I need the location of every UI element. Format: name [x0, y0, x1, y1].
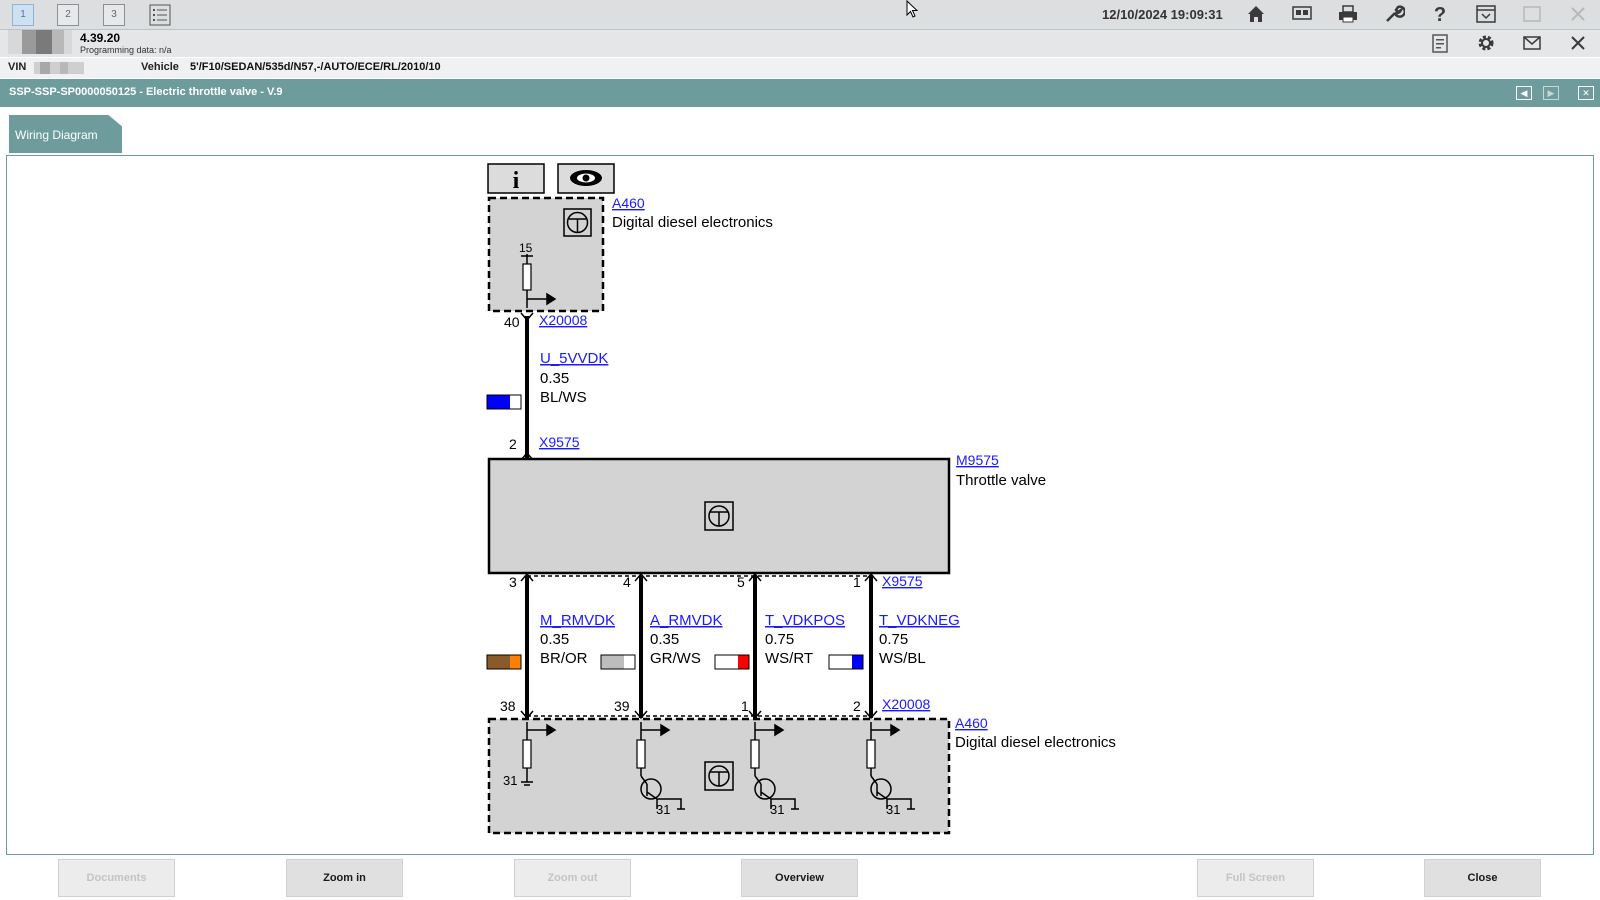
- valve-name: Throttle valve: [956, 472, 1046, 489]
- list-icon[interactable]: [147, 2, 173, 28]
- valve-pin-1: 1: [853, 574, 861, 590]
- ecu-pin-39: 39: [614, 698, 630, 714]
- svg-text:i: i: [513, 168, 520, 194]
- gauge-t-vdkneg: 0.75: [879, 631, 908, 648]
- signal-t-vdkneg[interactable]: T_VDKNEG: [879, 612, 960, 629]
- compare-icon[interactable]: [1289, 1, 1315, 27]
- ground-label-4: 31: [886, 802, 900, 817]
- swatch-ws-rt: [714, 654, 750, 670]
- component-name-top: Digital diesel electronics: [612, 214, 773, 231]
- link-x20008-bottom[interactable]: X20008: [882, 696, 930, 712]
- pin-15-label: 15: [519, 241, 533, 255]
- vin-redacted: [34, 61, 84, 74]
- valve-pin-4: 4: [623, 574, 631, 590]
- full-screen-button[interactable]: Full Screen: [1197, 859, 1314, 897]
- ecu-pin-1: 1: [741, 698, 749, 714]
- wire-gauge: 0.35: [540, 370, 569, 387]
- ecu-pin-2: 2: [853, 698, 861, 714]
- window-tab-1[interactable]: 1: [12, 4, 34, 26]
- document-title: SSP-SSP-SP0000050125 - Electric throttle…: [9, 86, 283, 98]
- help-icon[interactable]: ?: [1427, 1, 1453, 27]
- diagram-panel: i 15 A460 Digital diesel electronics 40 …: [6, 155, 1594, 855]
- vin-label: VIN: [8, 61, 27, 73]
- gear-icon[interactable]: [1473, 30, 1499, 56]
- documents-button[interactable]: Documents: [58, 859, 175, 897]
- close-button[interactable]: Close: [1424, 859, 1541, 897]
- tab-wiring-diagram[interactable]: Wiring Diagram: [9, 115, 122, 153]
- overview-button[interactable]: Overview: [741, 859, 858, 897]
- color-m-rmvdk: BR/OR: [540, 650, 588, 667]
- wire-a-rmvdk: [634, 572, 648, 720]
- pin-40-label: 40: [504, 314, 520, 330]
- component-name-bottom: Digital diesel electronics: [955, 734, 1116, 751]
- window-tab-3[interactable]: 3: [103, 4, 125, 26]
- valve-pin-5: 5: [737, 574, 745, 590]
- programming-data: Programming data: n/a: [80, 45, 172, 55]
- datetime-display: 12/10/2024 19:09:31: [1102, 7, 1223, 22]
- gauge-a-rmvdk: 0.35: [650, 631, 679, 648]
- print-icon[interactable]: [1335, 1, 1361, 27]
- signal-a-rmvdk[interactable]: A_RMVDK: [650, 612, 723, 629]
- previous-icon[interactable]: ◀: [1516, 86, 1532, 100]
- ecu-pin-38: 38: [500, 698, 516, 714]
- wrench-icon[interactable]: [1381, 1, 1407, 27]
- restore-icon[interactable]: [1519, 1, 1545, 27]
- close-icon[interactable]: [1565, 1, 1591, 27]
- link-a460-bottom[interactable]: A460: [955, 715, 988, 731]
- vehicle-value: 5'/F10/SEDAN/535d/N57,-/AUTO/ECE/RL/2010…: [190, 61, 441, 73]
- vehicle-thumbnail: [8, 30, 72, 54]
- wire-t-vdkpos: [748, 572, 762, 720]
- swatch-gr-ws: [600, 654, 636, 670]
- wire-m-rmvdk: [520, 572, 534, 720]
- link-a460-top[interactable]: A460: [612, 195, 645, 211]
- mail-icon[interactable]: [1519, 30, 1545, 56]
- gauge-t-vdkpos: 0.75: [765, 631, 794, 648]
- home-icon[interactable]: [1243, 1, 1269, 27]
- link-x9575-bottom[interactable]: X9575: [882, 573, 923, 589]
- vehicle-label: Vehicle: [141, 61, 179, 73]
- gauge-m-rmvdk: 0.35: [540, 631, 569, 648]
- valve-pin-3: 3: [509, 574, 517, 590]
- ground-label-3: 31: [770, 802, 784, 817]
- color-t-vdkpos: WS/RT: [765, 650, 813, 667]
- ecu-top-box: [487, 196, 605, 313]
- wire-t-vdkneg: [864, 572, 878, 720]
- color-a-rmvdk: GR/WS: [650, 650, 701, 667]
- window-tab-2[interactable]: 2: [57, 4, 79, 26]
- link-x20008-top[interactable]: X20008: [539, 312, 587, 328]
- ground-label-2: 31: [656, 802, 670, 817]
- document-icon[interactable]: [1427, 30, 1453, 56]
- mouse-cursor-icon: [906, 0, 920, 25]
- next-icon[interactable]: ▶: [1543, 86, 1559, 100]
- zoom-out-button[interactable]: Zoom out: [514, 859, 631, 897]
- signal-m-rmvdk[interactable]: M_RMVDK: [540, 612, 615, 629]
- swatch-ws-bl: [828, 654, 864, 670]
- signal-t-vdkpos[interactable]: T_VDKPOS: [765, 612, 845, 629]
- session-bar: [0, 30, 1600, 57]
- link-x9575-top[interactable]: X9575: [539, 434, 580, 450]
- minimize-icon[interactable]: [1473, 1, 1499, 27]
- wire-color-code: BL/WS: [540, 389, 587, 406]
- pin-2-label: 2: [509, 436, 517, 452]
- close-document-icon[interactable]: ✕: [1578, 86, 1594, 100]
- close-session-icon[interactable]: [1565, 30, 1591, 56]
- svg-text:?: ?: [1434, 4, 1446, 25]
- software-version: 4.39.20: [80, 31, 121, 45]
- ground-label-1: 31: [503, 773, 517, 788]
- zoom-in-button[interactable]: Zoom in: [286, 859, 403, 897]
- info-button[interactable]: i: [487, 163, 545, 194]
- swatch-br-or: [486, 654, 522, 670]
- link-m9575[interactable]: M9575: [956, 452, 999, 468]
- signal-u-5vvdk[interactable]: U_5VVDK: [540, 350, 608, 367]
- wiring-diagram: i 15 A460 Digital diesel electronics 40 …: [486, 163, 1116, 835]
- view-button[interactable]: [557, 163, 615, 194]
- wire-color-swatch: [486, 394, 522, 410]
- color-t-vdkneg: WS/BL: [879, 650, 926, 667]
